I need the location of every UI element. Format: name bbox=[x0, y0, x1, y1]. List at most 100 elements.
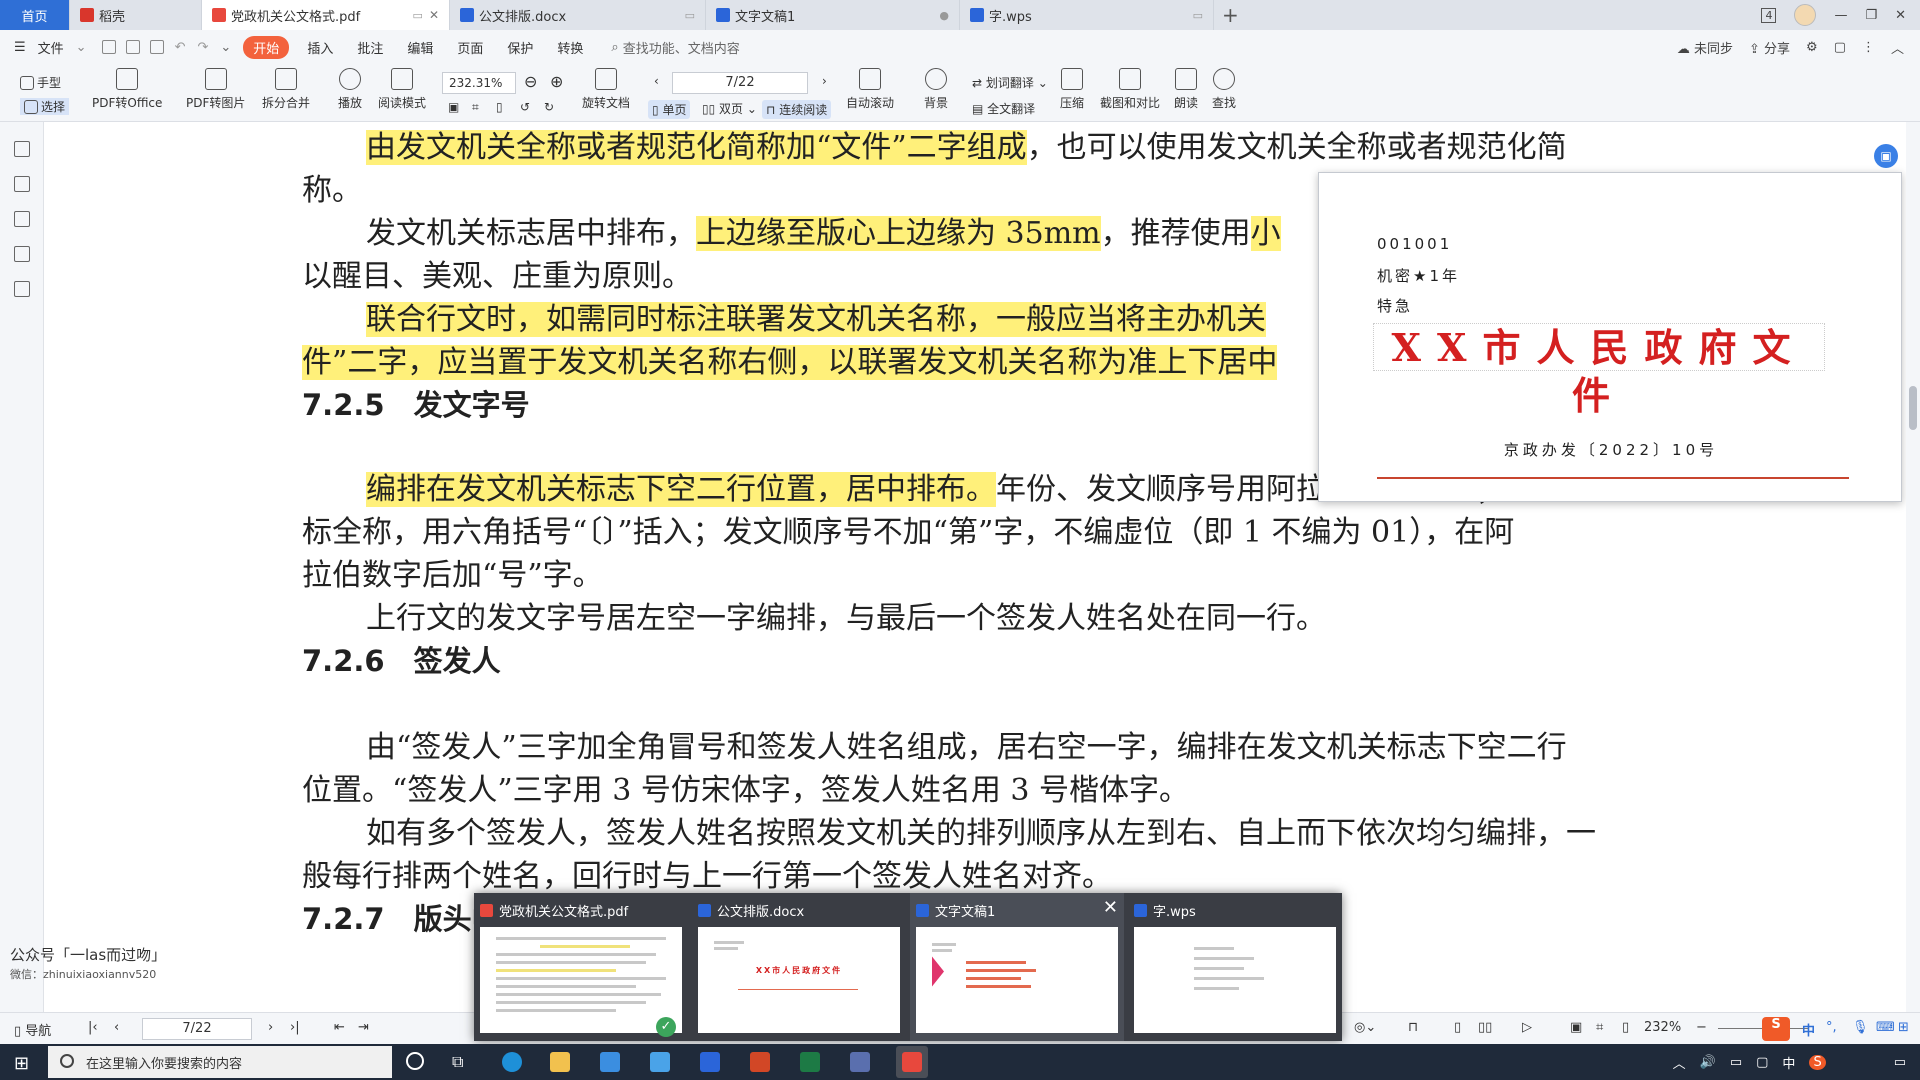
rotate-left-icon[interactable]: ↺ bbox=[520, 100, 530, 114]
save-icon[interactable] bbox=[125, 40, 140, 54]
taskbar-search[interactable]: 在这里输入你要搜索的内容 bbox=[48, 1046, 392, 1078]
ime-chinese[interactable]: 中 bbox=[1802, 1020, 1815, 1039]
mail-icon[interactable] bbox=[650, 1052, 670, 1072]
zoom-in-icon[interactable]: ⊕ bbox=[550, 72, 563, 91]
tab-pdf[interactable]: 党政机关公文格式.pdf ▭ ✕ bbox=[202, 0, 450, 30]
eye-protection-icon[interactable]: ◎⌄ bbox=[1354, 1020, 1376, 1035]
message-icon[interactable]: ▢ bbox=[1834, 40, 1846, 55]
status-page-input[interactable]: 7/22 bbox=[142, 1018, 252, 1040]
zoom-input[interactable]: 232.31% bbox=[442, 72, 516, 94]
attachment-icon[interactable] bbox=[13, 246, 30, 262]
task-view-icon[interactable]: ⧉ bbox=[452, 1052, 463, 1072]
continuous-read-button[interactable]: ⊓ 连续阅读 bbox=[762, 100, 832, 119]
float-window-icon[interactable]: ▭ bbox=[685, 9, 695, 22]
menu-file[interactable]: 文件 bbox=[26, 38, 76, 57]
screenshot-compare-button[interactable]: 截图和对比 bbox=[1100, 68, 1160, 111]
prev-page-icon[interactable]: ‹ bbox=[114, 1020, 119, 1035]
popup-badge-icon[interactable]: ▣ bbox=[1874, 144, 1898, 168]
edge-icon[interactable] bbox=[502, 1052, 522, 1072]
auto-scroll-button[interactable]: 自动滚动 bbox=[846, 68, 894, 111]
ime-indicator[interactable]: 中 bbox=[1782, 1053, 1795, 1072]
status-zoom[interactable]: 232% bbox=[1644, 1020, 1681, 1035]
signature-icon[interactable] bbox=[13, 281, 30, 297]
pdf-to-image-button[interactable]: PDF转图片 bbox=[186, 68, 245, 111]
read-mode-button[interactable]: 阅读模式 bbox=[378, 68, 426, 111]
share-button[interactable]: ⇪ 分享 bbox=[1749, 38, 1790, 57]
crop-icon[interactable]: ⌗ bbox=[472, 100, 479, 115]
page-fit-icon[interactable]: ▯ bbox=[496, 100, 503, 114]
cortana-icon[interactable] bbox=[406, 1052, 424, 1070]
excel-app-icon[interactable] bbox=[800, 1052, 820, 1072]
background-button[interactable]: 背景 bbox=[924, 68, 948, 111]
close-icon[interactable]: ✕ bbox=[1103, 897, 1118, 918]
double-page-button[interactable]: ▯▯ 双页 ⌄ bbox=[702, 100, 757, 117]
tab-wendang[interactable]: 文字文稿1 ● bbox=[706, 0, 960, 30]
double-page-icon[interactable]: ▯▯ bbox=[1478, 1020, 1492, 1035]
menu-start[interactable]: 开始 bbox=[243, 35, 290, 59]
punctuation-icon[interactable]: °, bbox=[1826, 1020, 1837, 1035]
sogou-tray-icon[interactable]: S bbox=[1809, 1054, 1826, 1070]
calculator-icon[interactable] bbox=[850, 1052, 870, 1072]
prev-page-icon[interactable]: ‹ bbox=[654, 74, 659, 88]
tab-docer[interactable]: 稻壳 bbox=[70, 0, 202, 30]
tab-home[interactable]: 首页 bbox=[0, 0, 70, 30]
collapse-icon[interactable]: ︿ bbox=[1891, 38, 1904, 57]
more-icon[interactable]: ⋮ bbox=[1862, 40, 1875, 55]
avatar[interactable] bbox=[1794, 4, 1817, 26]
float-window-icon[interactable]: ▭ bbox=[413, 9, 423, 22]
tab-wps[interactable]: 字.wps ▭ bbox=[960, 0, 1214, 30]
menu-comment[interactable]: 批注 bbox=[345, 38, 395, 57]
network-icon[interactable]: ▭ bbox=[1730, 1055, 1742, 1070]
zoom-out-icon[interactable]: − bbox=[1696, 1020, 1707, 1035]
new-tab-button[interactable]: + bbox=[1222, 3, 1239, 27]
scroll-thumb[interactable] bbox=[1909, 386, 1917, 430]
back-icon[interactable]: ⇤ bbox=[334, 1020, 345, 1035]
menu-edit[interactable]: 编辑 bbox=[395, 38, 445, 57]
thumbnail-icon[interactable] bbox=[13, 176, 30, 192]
undo-icon[interactable]: ↶ bbox=[175, 40, 186, 55]
tray-expand-icon[interactable]: ︿ bbox=[1673, 1053, 1686, 1072]
display-icon[interactable]: ▢ bbox=[1756, 1055, 1768, 1070]
wps-app-icon[interactable] bbox=[896, 1046, 928, 1078]
next-page-icon[interactable]: › bbox=[822, 74, 827, 88]
nav-button[interactable]: ▯ 导航 bbox=[14, 1020, 51, 1039]
zoom-out-icon[interactable]: ⊖ bbox=[524, 72, 537, 91]
sogou-ime-icon[interactable]: S bbox=[1762, 1017, 1790, 1041]
chevron-down-icon[interactable]: ⌄ bbox=[220, 40, 231, 55]
notification-icon[interactable]: ▭ bbox=[1894, 1055, 1906, 1070]
float-window-icon[interactable]: ▭ bbox=[1193, 9, 1203, 22]
last-page-icon[interactable]: ›| bbox=[290, 1020, 300, 1035]
store-icon[interactable] bbox=[600, 1052, 620, 1072]
fit-icon[interactable]: ▣ bbox=[448, 100, 459, 114]
continuous-mode-icon[interactable]: ⊓ bbox=[1408, 1020, 1418, 1035]
tab-docx[interactable]: 公文排版.docx ▭ bbox=[450, 0, 706, 30]
hand-tool-button[interactable]: 手型 bbox=[20, 74, 61, 91]
microphone-icon[interactable]: 🎙 bbox=[1852, 1020, 1869, 1035]
next-page-icon[interactable]: › bbox=[268, 1020, 273, 1035]
keyboard-icon[interactable]: ⌨ bbox=[1876, 1020, 1895, 1035]
hamburger-icon[interactable]: ☰ bbox=[0, 40, 26, 55]
minimize-icon[interactable]: — bbox=[1834, 8, 1847, 23]
redo-icon[interactable]: ↷ bbox=[197, 40, 208, 55]
menu-page[interactable]: 页面 bbox=[445, 38, 495, 57]
play-button[interactable]: 播放 bbox=[338, 68, 362, 111]
sync-status[interactable]: ☁ 未同步 bbox=[1677, 38, 1733, 57]
window-count-badge[interactable]: 4 bbox=[1761, 7, 1777, 23]
close-window-icon[interactable]: ✕ bbox=[1895, 8, 1906, 23]
open-folder-icon[interactable] bbox=[101, 40, 116, 54]
volume-icon[interactable]: 🔊 bbox=[1700, 1055, 1716, 1070]
windows-start-icon[interactable]: ⊞ bbox=[14, 1053, 29, 1074]
single-page-icon[interactable]: ▯ bbox=[1454, 1020, 1461, 1035]
single-page-button[interactable]: ▯ 单页 bbox=[648, 100, 691, 119]
function-search[interactable]: ⌕ 查找功能、文档内容 bbox=[595, 38, 739, 57]
fit-page-icon[interactable]: ⌗ bbox=[1596, 1020, 1603, 1035]
chevron-down-icon[interactable]: ⌄ bbox=[76, 40, 87, 55]
play-icon[interactable]: ▷ bbox=[1522, 1020, 1532, 1035]
close-icon[interactable]: ✕ bbox=[429, 8, 439, 22]
split-merge-button[interactable]: 拆分合并 bbox=[262, 68, 310, 111]
word-app-icon[interactable] bbox=[700, 1052, 720, 1072]
fit-width-icon[interactable]: ▣ bbox=[1570, 1020, 1582, 1035]
rotate-doc-button[interactable]: 旋转文档 bbox=[582, 68, 630, 111]
select-tool-button[interactable]: 选择 bbox=[20, 98, 70, 115]
actual-size-icon[interactable]: ▯ bbox=[1622, 1020, 1629, 1035]
